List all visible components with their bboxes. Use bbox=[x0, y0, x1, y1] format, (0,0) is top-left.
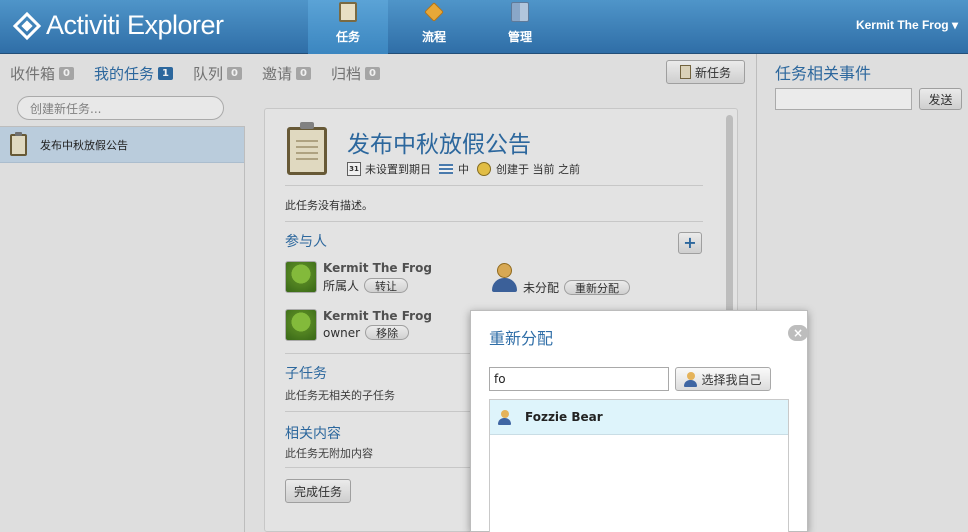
nav-process-label: 流程 bbox=[421, 30, 446, 44]
user-menu[interactable]: Kermit The Frog ▾ bbox=[856, 18, 958, 32]
select-myself-button[interactable]: 选择我自己 bbox=[675, 367, 771, 391]
user-icon bbox=[684, 371, 698, 387]
close-icon[interactable]: × bbox=[788, 325, 808, 341]
admin-icon bbox=[511, 2, 529, 22]
nav-tasks-label: 任务 bbox=[335, 30, 360, 44]
list-item[interactable]: Fozzie Bear bbox=[490, 400, 788, 435]
user-results: Fozzie Bear bbox=[489, 399, 789, 532]
nav-admin[interactable]: 管理 bbox=[480, 0, 560, 54]
app-logo[interactable]: Activiti Explorer bbox=[12, 10, 224, 41]
logo-text: Activiti Explorer bbox=[46, 10, 224, 40]
nav-admin-label: 管理 bbox=[507, 30, 532, 44]
clipboard-icon bbox=[339, 2, 357, 22]
logo-icon bbox=[12, 11, 42, 41]
select-myself-label: 选择我自己 bbox=[701, 372, 762, 387]
nav-process[interactable]: 流程 bbox=[394, 0, 474, 54]
main-nav: 任务 流程 管理 bbox=[308, 0, 566, 54]
app-header: Activiti Explorer 任务 流程 管理 Kermit The Fr… bbox=[0, 0, 968, 54]
nav-tasks[interactable]: 任务 bbox=[308, 0, 388, 54]
process-icon bbox=[424, 2, 444, 22]
reassign-dialog: 重新分配 fo 选择我自己 Fozzie Bear bbox=[470, 310, 808, 532]
result-name: Fozzie Bear bbox=[525, 410, 603, 424]
user-search-input[interactable]: fo bbox=[489, 367, 669, 391]
dialog-title: 重新分配 bbox=[489, 329, 554, 348]
user-icon bbox=[498, 409, 511, 425]
